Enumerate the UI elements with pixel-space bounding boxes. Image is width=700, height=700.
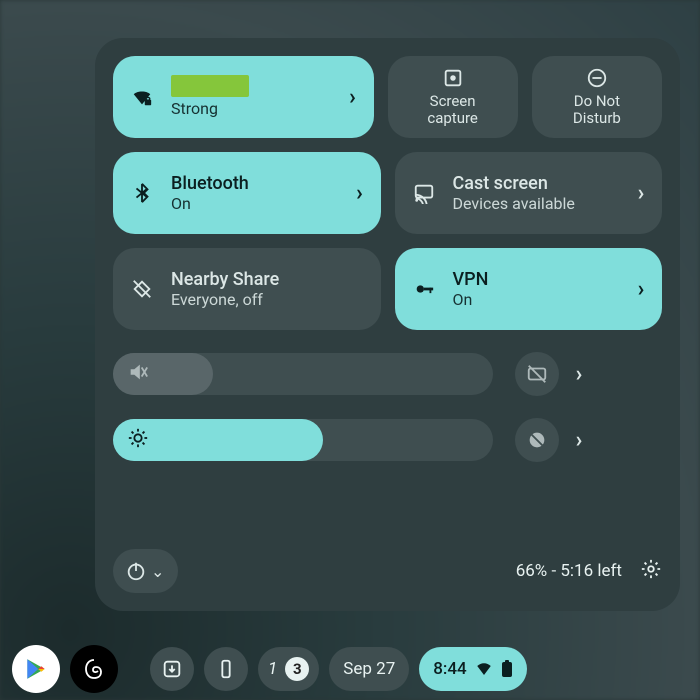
chevron-down-icon: ⌄	[151, 562, 164, 581]
download-icon	[161, 658, 183, 680]
notification-priority-count: 1	[268, 659, 277, 679]
notification-count: 3	[285, 657, 309, 681]
nearby-title: Nearby Share	[171, 269, 381, 291]
chevron-right-icon[interactable]: ›	[620, 277, 662, 302]
nearby-share-tile[interactable]: Nearby Share Everyone, off	[113, 248, 381, 330]
wifi-icon	[475, 660, 493, 678]
vpn-key-icon	[413, 278, 435, 300]
volume-mute-icon	[127, 361, 149, 387]
phone-icon	[215, 658, 237, 680]
vpn-tile[interactable]: VPN On ›	[395, 248, 663, 330]
chevron-right-icon[interactable]: ›	[332, 85, 374, 110]
power-icon	[125, 560, 147, 582]
chevron-right-icon[interactable]: ›	[620, 181, 662, 206]
captions-button[interactable]	[515, 352, 559, 396]
night-light-button[interactable]	[515, 418, 559, 462]
bluetooth-tile[interactable]: Bluetooth On ›	[113, 152, 381, 234]
cast-tile[interactable]: Cast screen Devices available ›	[395, 152, 663, 234]
screen-capture-label: Screen capture	[427, 93, 478, 128]
play-store-icon	[23, 656, 49, 682]
threads-icon	[82, 657, 106, 681]
brightness-slider[interactable]	[113, 419, 493, 461]
shelf-clock: 8:44	[433, 659, 466, 679]
wifi-lock-icon	[131, 86, 153, 108]
wifi-strength: Strong	[171, 99, 332, 118]
bluetooth-icon	[131, 182, 153, 204]
shelf-date: Sep 27	[343, 659, 395, 679]
battery-icon	[501, 660, 513, 678]
volume-slider[interactable]	[113, 353, 493, 395]
status-chip[interactable]: 8:44	[419, 647, 526, 691]
vpn-title: VPN	[453, 269, 621, 291]
threads-app[interactable]	[70, 645, 118, 693]
play-store-app[interactable]	[12, 645, 60, 693]
calendar-chip[interactable]: Sep 27	[329, 647, 409, 691]
screen-capture-icon	[442, 67, 464, 89]
night-light-off-icon	[526, 429, 548, 451]
notification-chip[interactable]: 1 3	[258, 647, 319, 691]
settings-button[interactable]	[640, 558, 662, 584]
power-menu-button[interactable]: ⌄	[113, 549, 178, 593]
dnd-tile[interactable]: Do Not Disturb	[532, 56, 662, 138]
gear-icon	[640, 558, 662, 580]
vpn-sub: On	[453, 290, 621, 309]
dnd-label: Do Not Disturb	[573, 93, 621, 128]
bluetooth-sub: On	[171, 194, 339, 213]
display-settings-expand[interactable]: ›	[559, 428, 599, 453]
dnd-icon	[586, 67, 608, 89]
cast-title: Cast screen	[453, 173, 621, 195]
brightness-icon	[127, 427, 149, 453]
download-tray-button[interactable]	[150, 647, 194, 691]
cast-icon	[413, 182, 435, 204]
bluetooth-title: Bluetooth	[171, 173, 339, 195]
nearby-share-off-icon	[131, 278, 153, 300]
battery-status-text: 66% - 5:16 left	[516, 561, 622, 581]
phone-hub-button[interactable]	[204, 647, 248, 691]
audio-settings-expand[interactable]: ›	[559, 362, 599, 387]
wifi-ssid-redacted	[171, 75, 249, 97]
chevron-right-icon[interactable]: ›	[339, 181, 381, 206]
screen-capture-tile[interactable]: Screen capture	[388, 56, 518, 138]
captions-off-icon	[526, 363, 548, 385]
wifi-tile[interactable]: Strong ›	[113, 56, 374, 138]
nearby-sub: Everyone, off	[171, 290, 381, 309]
shelf: 1 3 Sep 27 8:44	[0, 638, 700, 700]
quick-settings-panel: Strong › Screen capture Do Not Disturb	[95, 38, 680, 611]
cast-sub: Devices available	[453, 194, 621, 213]
